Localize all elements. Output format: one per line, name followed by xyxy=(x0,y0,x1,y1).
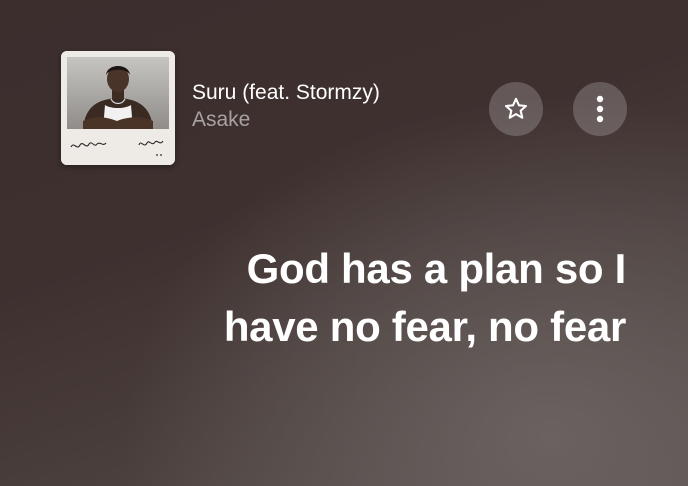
current-lyric-line[interactable]: God has a plan so I have no fear, no fea… xyxy=(156,240,626,356)
more-options-button[interactable] xyxy=(573,82,627,136)
star-icon xyxy=(505,97,527,119)
album-cover-image xyxy=(61,51,175,165)
more-vertical-icon xyxy=(596,95,604,123)
track-title[interactable]: Suru (feat. Stormzy) xyxy=(192,80,380,106)
track-info[interactable]: Suru (feat. Stormzy) Asake xyxy=(192,80,380,133)
track-artist[interactable]: Asake xyxy=(192,107,380,133)
now-playing-screen: Suru (feat. Stormzy) Asake God has a pla… xyxy=(0,0,688,486)
lyrics-panel[interactable]: God has a plan so I have no fear, no fea… xyxy=(156,240,626,356)
favorite-button[interactable] xyxy=(489,82,543,136)
album-artwork[interactable] xyxy=(61,51,175,165)
